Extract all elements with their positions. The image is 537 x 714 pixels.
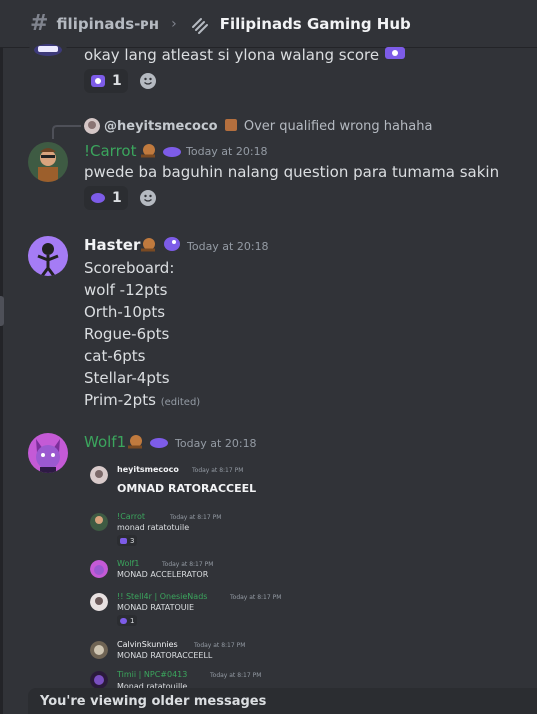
screenshot-text: MONAD RATATOUIE — [117, 603, 195, 612]
monad-emoji-icon — [384, 45, 406, 66]
monad-emoji-icon — [91, 75, 105, 87]
scroll-edge — [0, 48, 3, 714]
edited-label: (edited) — [160, 397, 201, 408]
avatar[interactable] — [28, 236, 68, 276]
screenshot-author: heyitsmecoco — [117, 465, 179, 474]
reaction-button[interactable]: 1 — [84, 186, 128, 210]
screenshot-text: MONAD RATORACCEELL — [117, 651, 213, 660]
screenshot-text: MONAD ACCELERATOR — [117, 570, 209, 579]
screenshot-reaction: 3 — [117, 535, 138, 546]
message-text: okay lang atleast si ylona walang score — [84, 45, 406, 66]
author-name[interactable]: Haster — [84, 236, 140, 254]
screenshot-timestamp: Today at 8:17 PM — [170, 514, 222, 521]
screenshot-author: !Carrot — [117, 512, 145, 521]
avatar[interactable] — [28, 30, 68, 60]
message-text: pwede ba baguhin nalang question para tu… — [84, 163, 500, 181]
screenshot-text: OMNAD RATORACCEEL — [117, 482, 257, 495]
message-line: cat-6pts — [84, 347, 146, 365]
unread-indicator — [0, 296, 4, 326]
reaction-button[interactable]: 1 — [84, 69, 128, 93]
screenshot-text: monad ratatotuile — [117, 523, 190, 532]
thread-icon — [191, 17, 208, 34]
screenshot-author: !! Stell4r | OnesieNads — [117, 592, 208, 601]
thread-title[interactable]: Filipinads Gaming Hub — [220, 15, 411, 33]
message-line: Prim-2pts — [84, 391, 156, 409]
avatar — [90, 593, 108, 611]
screenshot-timestamp: Today at 8:17 PM — [162, 561, 214, 568]
attached-screenshot[interactable]: heyitsmecoco Today at 8:17 PM OMNAD RATO… — [84, 458, 514, 698]
message-timestamp: Today at 20:18 — [186, 145, 268, 158]
avatar[interactable] — [28, 433, 68, 473]
channel-header: # filipinads-ᴘʜ › Filipinads Gaming Hub — [0, 0, 537, 48]
older-messages-text: You're viewing older messages — [40, 693, 267, 709]
screenshot-timestamp: Today at 8:17 PM — [210, 672, 262, 679]
avatar — [90, 560, 108, 578]
message-timestamp: Today at 20:18 — [187, 240, 269, 253]
monad-emoji-icon — [149, 435, 169, 454]
screenshot-reaction: 1 — [117, 615, 138, 626]
add-reaction-button[interactable] — [136, 69, 160, 93]
message-line: Scoreboard: — [84, 259, 175, 277]
message-line: Orth-10pts — [84, 303, 166, 321]
message-timestamp: Today at 20:18 — [175, 437, 257, 450]
message-line: Rogue-6pts — [84, 325, 170, 343]
snail-emoji-icon — [126, 432, 144, 454]
add-reaction-button[interactable] — [136, 186, 160, 210]
screenshot-timestamp: Today at 8:17 PM — [230, 594, 282, 601]
screenshot-author: Timii | NPC#0413 — [117, 670, 188, 679]
message-line: wolf -12pts — [84, 281, 168, 299]
avatar — [90, 641, 108, 659]
screenshot-author: CalvinSkunnies — [117, 640, 178, 649]
chevron-right-icon: › — [171, 15, 177, 32]
monad-emoji-icon — [91, 193, 105, 203]
channel-name[interactable]: filipinads-ᴘʜ — [56, 15, 159, 33]
author-name[interactable]: !Carrot — [84, 142, 136, 160]
snail-emoji-icon — [139, 141, 157, 163]
avatar — [90, 466, 108, 484]
snail-emoji-icon — [139, 235, 157, 257]
screenshot-timestamp: Today at 8:17 PM — [194, 642, 246, 649]
message-line: Stellar-4pts — [84, 369, 170, 387]
screenshot-author: Wolf1 — [117, 559, 140, 568]
smiley-icon — [140, 190, 156, 206]
reply-avatar — [84, 118, 100, 134]
avatar — [90, 671, 108, 689]
avatar — [90, 513, 108, 531]
reply-preview[interactable]: @heyitsmecoco Over qualified wrong hahah… — [104, 119, 432, 134]
author-name[interactable]: Wolf1 — [84, 433, 126, 451]
scoreboard-text: Scoreboard: wolf -12pts Orth-10pts Rogue… — [84, 257, 200, 414]
rank-badge-icon — [224, 119, 237, 131]
monad-emoji-icon — [162, 144, 182, 163]
reply-line — [52, 125, 81, 139]
reply-author[interactable]: @heyitsmecoco — [104, 119, 218, 134]
older-messages-bar[interactable]: You're viewing older messages — [28, 688, 537, 714]
reply-text: Over qualified wrong hahaha — [243, 119, 433, 134]
screenshot-timestamp: Today at 8:17 PM — [192, 467, 244, 474]
mascot-emoji-icon — [163, 236, 181, 256]
smiley-icon — [140, 73, 156, 89]
avatar[interactable] — [28, 142, 68, 182]
